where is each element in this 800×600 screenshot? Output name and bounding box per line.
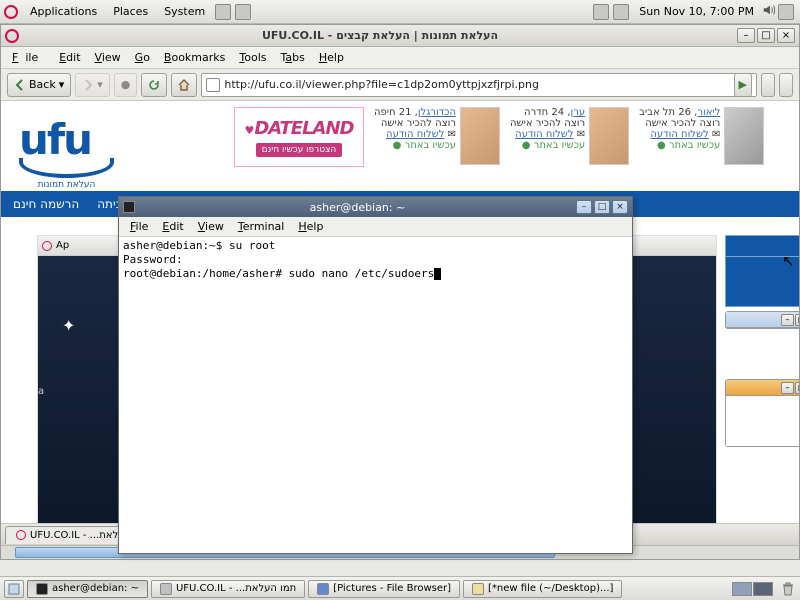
menu-tools[interactable]: Tools [232, 49, 273, 66]
debian-icon [4, 5, 18, 19]
menu-view[interactable]: View [88, 49, 128, 66]
maximize-button[interactable]: □ [594, 200, 610, 214]
ufu-logo[interactable]: ufu העלאת תמונות [19, 115, 114, 190]
forward-button: ▾ [75, 73, 110, 97]
browser-title: UFU.CO.IL - העלאת תמונות | העלאת קבצים [23, 29, 737, 42]
nested-right-top: S ✦ – □ ▸ [725, 235, 799, 329]
tray-icon-3[interactable] [778, 4, 794, 20]
workspace-1[interactable] [732, 582, 752, 596]
menu-file[interactable]: File [123, 218, 155, 235]
star-icon: ✦ [62, 316, 75, 335]
maximize-button[interactable]: □ [795, 314, 799, 326]
maximize-button[interactable]: □ [757, 28, 775, 43]
system-menu[interactable]: System [156, 3, 213, 20]
toolbar-icon-1[interactable] [761, 73, 775, 97]
volume-icon[interactable] [762, 3, 776, 20]
dateland-ad[interactable]: ♥DATELAND הצטרפו עכשיו חינם [234, 107, 364, 167]
places-menu[interactable]: Places [105, 3, 156, 20]
terminal-menubar: File Edit View Terminal Help [119, 217, 632, 237]
mini-window-1: – □ ▸ [725, 311, 799, 329]
gnome-top-panel: Applications Places System Sun Nov 10, 7… [0, 0, 800, 24]
launcher-icon-1[interactable] [215, 4, 231, 20]
close-button[interactable]: × [777, 28, 795, 43]
show-desktop-button[interactable] [4, 580, 24, 598]
terminal-body[interactable]: asher@debian:~$ su root Password: root@d… [119, 237, 632, 553]
menu-edit[interactable]: Edit [52, 49, 87, 66]
reload-button[interactable] [141, 73, 167, 97]
folder-icon [317, 583, 329, 595]
workspace-2[interactable] [753, 582, 773, 596]
profile-card-2[interactable]: ערן, 24 חדרה רוצה להכיר אישה ✉ לשלוח הוד… [510, 107, 629, 165]
url-bar[interactable]: http://ufu.co.il/viewer.php?file=c1dp2om… [201, 73, 757, 97]
workspace-switcher[interactable] [732, 582, 773, 596]
minimize-button[interactable]: – [781, 382, 794, 394]
minimize-button[interactable]: – [737, 28, 755, 43]
minimize-button[interactable]: – [781, 314, 794, 326]
nested-text: a [38, 386, 44, 397]
terminal-title: asher@debian: ~ [139, 201, 576, 214]
go-button[interactable]: ▶ [734, 73, 752, 97]
taskbar-item-browser[interactable]: UFU.CO.IL - ...תמו העלאת [151, 580, 305, 598]
cursor [434, 268, 441, 280]
browser-toolbar: Back ▾ ▾ ● http://ufu.co.il/viewer.php?f… [1, 69, 799, 101]
trash-icon[interactable] [780, 581, 796, 597]
menu-view[interactable]: View [191, 218, 231, 235]
home-button[interactable] [171, 73, 197, 97]
menu-edit[interactable]: Edit [155, 218, 190, 235]
applications-menu[interactable]: Applications [22, 3, 105, 20]
editor-icon [472, 583, 484, 595]
toolbar-icon-2[interactable] [779, 73, 793, 97]
taskbar-item-terminal[interactable]: asher@debian: ~ [27, 580, 148, 598]
site-header: ufu העלאת תמונות ♥DATELAND הצטרפו עכשיו … [1, 101, 799, 191]
taskbar-item-files[interactable]: [Pictures - File Browser] [308, 580, 460, 598]
epiphany-icon [5, 29, 19, 43]
terminal-icon [123, 201, 135, 213]
gnome-bottom-panel: asher@debian: ~ UFU.CO.IL - ...תמו העלאת… [0, 576, 800, 600]
menu-help[interactable]: Help [291, 218, 330, 235]
menu-bookmarks[interactable]: Bookmarks [157, 49, 232, 66]
browser-titlebar[interactable]: UFU.CO.IL - העלאת תמונות | העלאת קבצים –… [1, 25, 799, 47]
menu-file[interactable]: File [5, 49, 52, 66]
url-text[interactable]: http://ufu.co.il/viewer.php?file=c1dp2om… [224, 78, 729, 91]
terminal-titlebar[interactable]: asher@debian: ~ – □ × [119, 197, 632, 217]
avatar [460, 107, 500, 165]
mini-window-2: – □ × [725, 379, 799, 447]
chevron-down-icon: ▾ [59, 78, 65, 91]
close-button[interactable]: × [612, 200, 628, 214]
avatar [589, 107, 629, 165]
stop-button: ● [114, 73, 138, 97]
maximize-button[interactable]: □ [795, 382, 799, 394]
back-button[interactable]: Back ▾ [7, 73, 71, 97]
epiphany-icon [160, 583, 172, 595]
terminal-icon [36, 583, 48, 595]
profile-card-1[interactable]: הכדורגלן, 21 חיפה רוצה להכיר אישה ✉ לשלו… [374, 107, 500, 165]
tray-icon-2[interactable] [613, 4, 629, 20]
menu-tabs[interactable]: Tabs [274, 49, 312, 66]
clock[interactable]: Sun Nov 10, 7:00 PM [631, 5, 762, 18]
browser-menubar: File Edit View Go Bookmarks Tools Tabs H… [1, 47, 799, 69]
taskbar-item-editor[interactable]: [*new file (~/Desktop)...] [463, 580, 622, 598]
terminal-window: asher@debian: ~ – □ × File Edit View Ter… [118, 196, 633, 554]
minimize-button[interactable]: – [576, 200, 592, 214]
tray-icon-1[interactable] [593, 4, 609, 20]
nav-register[interactable]: הרשמה חינם [13, 197, 79, 211]
menu-help[interactable]: Help [312, 49, 351, 66]
menu-go[interactable]: Go [128, 49, 157, 66]
page-icon [206, 78, 220, 92]
avatar [724, 107, 764, 165]
launcher-icon-2[interactable] [235, 4, 251, 20]
menu-terminal[interactable]: Terminal [231, 218, 292, 235]
profile-card-3[interactable]: ליאור, 26 תל אביב רוצה להכיר אישה ✉ לשלו… [639, 107, 764, 165]
